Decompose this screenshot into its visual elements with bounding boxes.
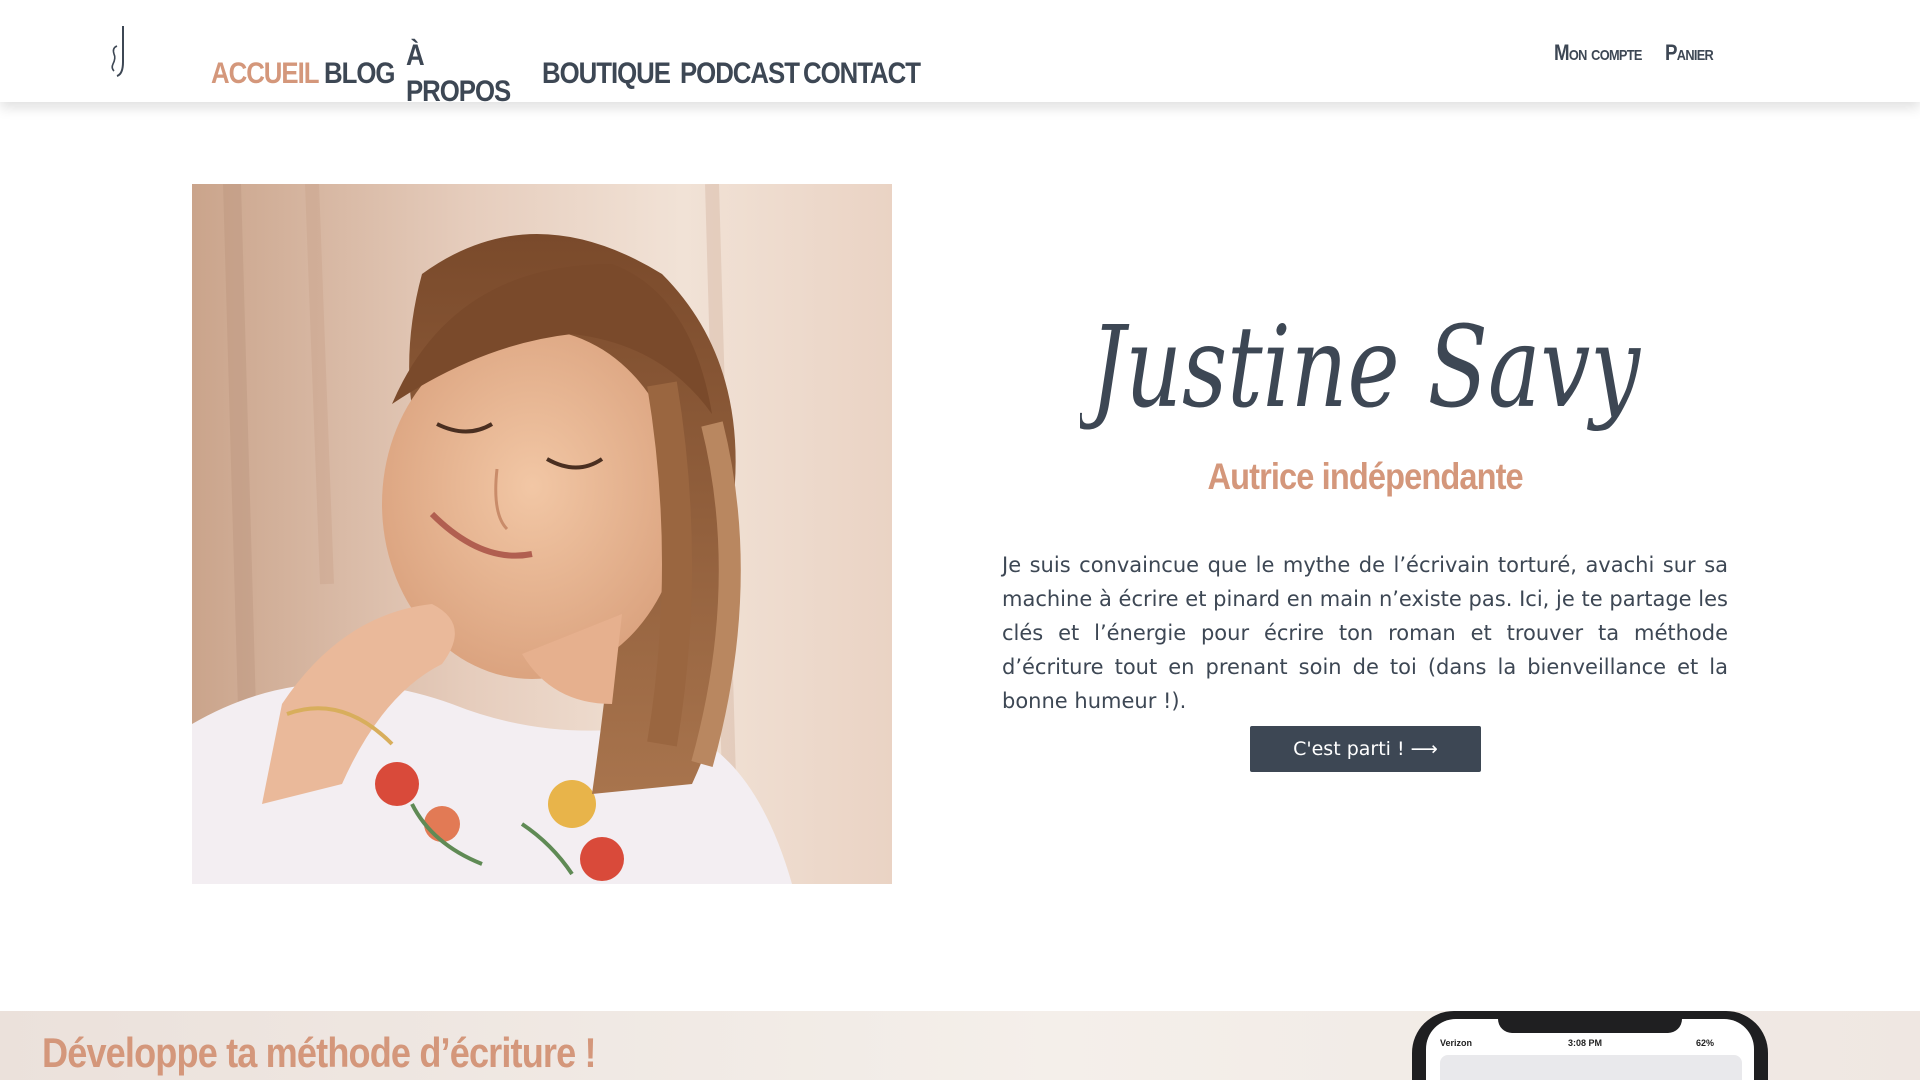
nav-item-blog[interactable]: BLOG xyxy=(324,56,395,92)
sj-monogram-icon[interactable] xyxy=(108,24,132,78)
cart-link[interactable]: Panier xyxy=(1665,40,1714,66)
phone-notch xyxy=(1498,1019,1682,1033)
main-nav: ACCUEIL BLOG À PROPOS BOUTIQUE PODCAST C… xyxy=(211,38,921,110)
method-section: Développe ta méthode d’écriture ! Verizo… xyxy=(0,1011,1920,1080)
phone-mockup: Verizon 3:08 PM 62% xyxy=(1412,1011,1768,1080)
nav-item-contact[interactable]: CONTACT xyxy=(803,56,921,92)
my-account-link[interactable]: Mon compte xyxy=(1554,40,1642,66)
nav-item-a-propos[interactable]: À PROPOS xyxy=(406,38,511,110)
cta-button[interactable]: C'est parti ! ⟶ xyxy=(1250,726,1481,772)
nav-item-podcast[interactable]: PODCAST xyxy=(680,56,800,92)
phone-carrier: Verizon xyxy=(1440,1038,1473,1048)
phone-battery: 62% xyxy=(1696,1038,1715,1048)
signature-name: Justine Savy xyxy=(1080,303,1641,433)
nav-item-accueil[interactable]: ACCUEIL xyxy=(211,56,319,92)
account-links: Mon compte Panier xyxy=(1554,40,1722,66)
portrait-photo xyxy=(192,184,892,884)
hero-intro-text: Je suis convaincue que le mythe de l’écr… xyxy=(1002,553,1728,713)
phone-time: 3:08 PM xyxy=(1568,1038,1603,1048)
hero-subtitle: Autrice indépendante xyxy=(1207,456,1523,497)
method-section-title: Développe ta méthode d’écriture ! xyxy=(42,1029,597,1076)
site-header: ACCUEIL BLOG À PROPOS BOUTIQUE PODCAST C… xyxy=(0,0,1920,108)
phone-app-bar xyxy=(1440,1055,1742,1080)
signature-text: Justine Savy xyxy=(1080,303,1641,433)
phone-screen: Verizon 3:08 PM 62% xyxy=(1426,1019,1754,1080)
nav-item-boutique[interactable]: BOUTIQUE xyxy=(542,56,671,92)
